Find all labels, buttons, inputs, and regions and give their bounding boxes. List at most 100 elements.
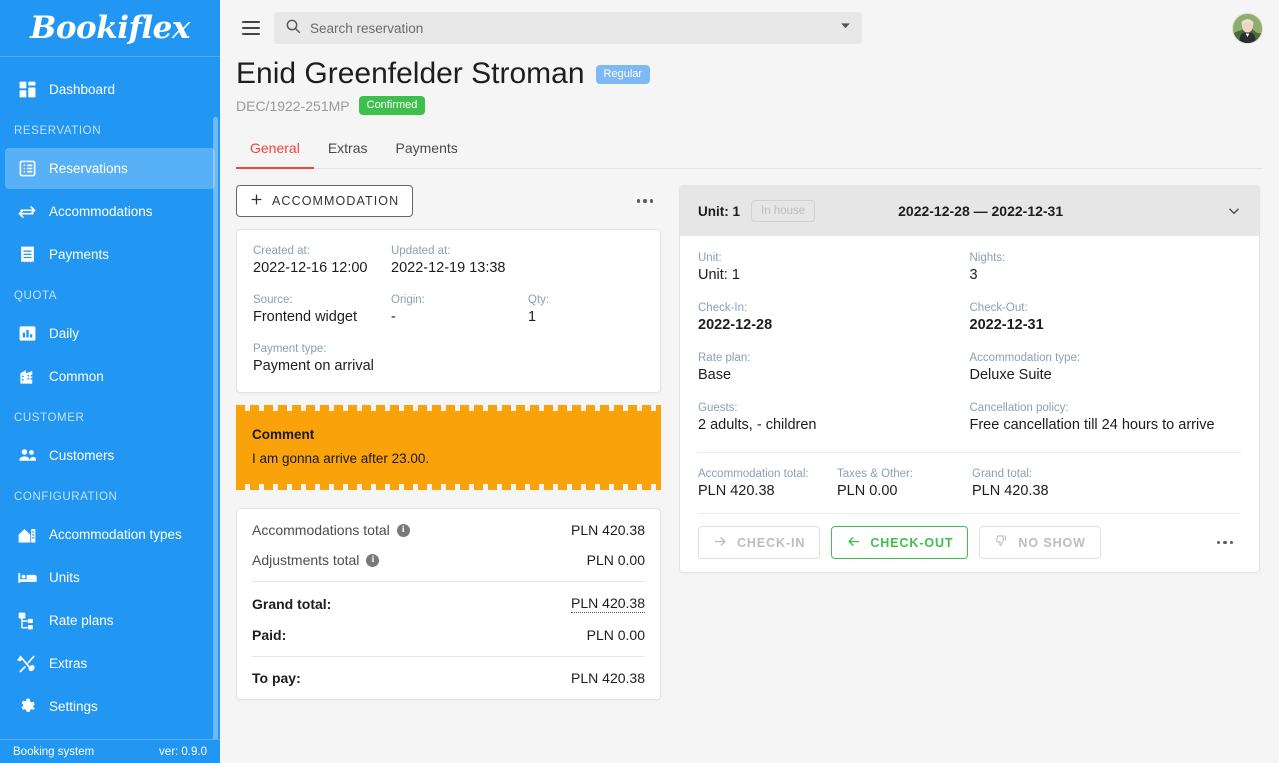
sidebar-item-label: Accommodations bbox=[49, 204, 153, 219]
bar-chart-icon bbox=[5, 324, 49, 343]
search-input[interactable] bbox=[310, 20, 839, 36]
add-accommodation-button[interactable]: ACCOMMODATION bbox=[236, 185, 414, 217]
details-row-3: Payment type: Payment on arrival bbox=[253, 343, 644, 374]
totals-divider-2 bbox=[252, 656, 645, 657]
customer-type-badge: Regular bbox=[595, 64, 651, 84]
sidebar-item-settings[interactable]: Settings bbox=[5, 686, 215, 727]
search-bar[interactable] bbox=[274, 12, 862, 44]
no-show-button[interactable]: NO SHOW bbox=[979, 526, 1101, 559]
brand-logo[interactable]: Bookiflex bbox=[0, 0, 220, 57]
adjustments-total-row: Adjustments total i PLN 0.00 bbox=[252, 545, 645, 575]
created-at-field: Created at: 2022-12-16 12:00 bbox=[253, 245, 391, 276]
subtitle-row: DEC/1922-251MP Confirmed bbox=[236, 96, 1263, 115]
footer-version: ver: 0.9.0 bbox=[159, 745, 207, 758]
rate-plan-field: Rate plan: Base bbox=[698, 352, 970, 383]
details-row-2: Source: Frontend widget Origin: - Qty: 1 bbox=[253, 294, 644, 325]
sidebar-item-common[interactable]: Common bbox=[5, 356, 215, 397]
sidebar-item-units[interactable]: Units bbox=[5, 557, 215, 598]
totals-divider bbox=[252, 581, 645, 582]
unit-divider-1 bbox=[698, 452, 1241, 453]
info-icon[interactable]: i bbox=[366, 553, 380, 567]
add-accommodation-label: ACCOMMODATION bbox=[272, 194, 400, 208]
checkin-field: Check-In: 2022-12-28 bbox=[698, 302, 970, 333]
left-more-menu-icon[interactable] bbox=[629, 193, 662, 209]
qty-field: Qty: 1 bbox=[528, 294, 549, 325]
sidebar-item-customers[interactable]: Customers bbox=[5, 435, 215, 476]
chevron-down-icon[interactable] bbox=[1224, 201, 1244, 221]
grand-total-field: Grand total: PLN 420.38 bbox=[972, 468, 1049, 499]
origin-label: Origin: bbox=[391, 294, 425, 306]
nights-value: 3 bbox=[969, 267, 978, 283]
plus-icon bbox=[250, 193, 263, 209]
sidebar-item-daily[interactable]: Daily bbox=[5, 313, 215, 354]
search-icon bbox=[285, 18, 301, 39]
details-row-1: Created at: 2022-12-16 12:00 Updated at:… bbox=[253, 245, 644, 276]
unit-card-header[interactable]: Unit: 1 In house 2022-12-28 — 2022-12-31 bbox=[680, 186, 1259, 236]
tabs: General Extras Payments bbox=[236, 132, 1263, 169]
taxes-value: PLN 0.00 bbox=[837, 483, 898, 499]
accommodation-total-value: PLN 420.38 bbox=[698, 483, 775, 499]
paid-row: Paid: PLN 0.00 bbox=[252, 620, 645, 650]
reservation-details-card: Created at: 2022-12-16 12:00 Updated at:… bbox=[236, 229, 661, 393]
avatar[interactable] bbox=[1232, 12, 1263, 44]
grand-total-label: Grand total: bbox=[252, 596, 332, 612]
list-icon bbox=[5, 159, 49, 178]
sidebar-item-accommodation-types[interactable]: Accommodation types bbox=[5, 514, 215, 555]
unit-more-menu-icon[interactable] bbox=[1209, 535, 1242, 551]
source-field: Source: Frontend widget bbox=[253, 294, 391, 325]
rate-plan-value: Base bbox=[698, 367, 732, 383]
unit-status-badge: In house bbox=[751, 200, 816, 222]
source-label: Source: bbox=[253, 294, 293, 306]
page-header: Enid Greenfelder Stroman Regular DEC/192… bbox=[220, 56, 1279, 169]
nights-label: Nights: bbox=[969, 252, 1006, 264]
checkout-field: Check-Out: 2022-12-31 bbox=[970, 302, 1242, 333]
sidebar-item-rate-plans[interactable]: Rate plans bbox=[5, 600, 215, 641]
accommodation-total-field: Accommodation total: PLN 420.38 bbox=[698, 468, 837, 499]
page-title: Enid Greenfelder Stroman bbox=[236, 57, 585, 90]
sidebar-item-payments[interactable]: Payments bbox=[5, 234, 215, 275]
tab-payments[interactable]: Payments bbox=[382, 132, 472, 169]
origin-value: - bbox=[391, 309, 396, 325]
comment-text: I am gonna arrive after 23.00. bbox=[252, 451, 430, 466]
left-actions-row: ACCOMMODATION bbox=[236, 185, 661, 217]
created-at-value: 2022-12-16 12:00 bbox=[253, 260, 368, 276]
guests-value: 2 adults, - children bbox=[698, 417, 817, 433]
sidebar-item-accommodations[interactable]: Accommodations bbox=[5, 191, 215, 232]
unit-card-body: Unit: Unit: 1 Nights: 3 Check-In: 2022-1… bbox=[680, 236, 1259, 572]
updated-at-label: Updated at: bbox=[391, 245, 451, 257]
money-row: Accommodation total: PLN 420.38 Taxes & … bbox=[698, 468, 1241, 499]
sidebar-nav: Dashboard RESERVATION Reservations Accom… bbox=[0, 57, 220, 739]
right-column: Unit: 1 In house 2022-12-28 — 2022-12-31… bbox=[679, 185, 1260, 763]
accommodations-total-row: Accommodations total i PLN 420.38 bbox=[252, 515, 645, 545]
check-out-button[interactable]: CHECK-OUT bbox=[831, 526, 969, 559]
unit-field: Unit: Unit: 1 bbox=[698, 252, 970, 283]
sidebar-section-customer: CUSTOMER bbox=[14, 412, 85, 424]
sidebar-item-label: Dashboard bbox=[49, 82, 116, 97]
sidebar-footer: Booking system ver: 0.9.0 bbox=[0, 739, 220, 763]
topbar bbox=[220, 0, 1279, 56]
sidebar-item-extras[interactable]: Extras bbox=[5, 643, 215, 684]
sidebar-scrollbar[interactable] bbox=[213, 117, 218, 739]
sidebar-item-label: Extras bbox=[49, 656, 88, 671]
footer-product-name: Booking system bbox=[13, 745, 95, 758]
grand-total-value: PLN 420.38 bbox=[571, 595, 645, 613]
tab-extras[interactable]: Extras bbox=[314, 132, 382, 169]
rate-plan-label: Rate plan: bbox=[698, 352, 751, 364]
sidebar-section-quota: QUOTA bbox=[14, 290, 58, 302]
title-row: Enid Greenfelder Stroman Regular bbox=[236, 56, 1263, 92]
hamburger-icon[interactable] bbox=[234, 11, 268, 45]
info-icon[interactable]: i bbox=[396, 523, 410, 537]
accommodations-total-value: PLN 420.38 bbox=[571, 522, 645, 538]
tab-general[interactable]: General bbox=[236, 132, 314, 169]
sidebar-item-dashboard[interactable]: Dashboard bbox=[5, 69, 215, 110]
chevron-down-icon[interactable] bbox=[839, 19, 852, 37]
check-in-button[interactable]: CHECK-IN bbox=[698, 526, 821, 559]
updated-at-field: Updated at: 2022-12-19 13:38 bbox=[391, 245, 506, 276]
cancellation-policy-field: Cancellation policy: Free cancellation t… bbox=[970, 402, 1242, 433]
adjustments-total-label: Adjustments total bbox=[252, 552, 360, 568]
qty-label: Qty: bbox=[528, 294, 550, 306]
brand-name: Bookiflex bbox=[30, 10, 190, 46]
sidebar-item-reservations[interactable]: Reservations bbox=[5, 148, 215, 189]
adjustments-total-label-wrap: Adjustments total i bbox=[252, 552, 380, 568]
payment-type-value: Payment on arrival bbox=[253, 358, 374, 374]
